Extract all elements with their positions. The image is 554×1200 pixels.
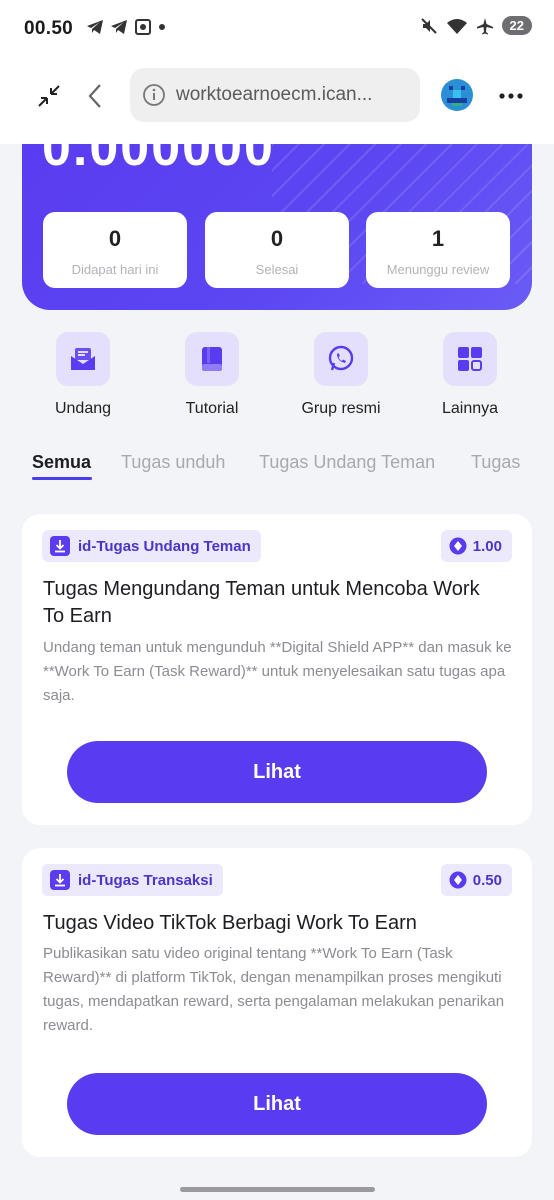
- avatar-icon: [441, 79, 473, 111]
- stat-value: 0: [108, 226, 122, 251]
- balance-value: 0.000000: [42, 144, 275, 177]
- screen-record-icon: [135, 19, 151, 35]
- minimize-icon: [38, 85, 60, 107]
- quick-action-undang[interactable]: Undang: [33, 332, 133, 418]
- balance-card: 0.000000 0 Didapat hari ini 0 Selesai 1 …: [22, 144, 532, 310]
- battery-indicator: 22: [501, 16, 532, 35]
- quick-action-tutorial[interactable]: Tutorial: [162, 332, 262, 418]
- home-indicator[interactable]: [180, 1187, 375, 1192]
- task-description: Publikasikan satu video original tentang…: [43, 945, 505, 1034]
- stat-completed: 0 Selesai: [205, 212, 349, 288]
- url-text: worktoearnoecm.ican...: [176, 84, 373, 105]
- lihat-button[interactable]: Lihat: [67, 741, 487, 803]
- task-reward-badge: 1.00: [440, 530, 512, 562]
- stat-label: Menunggu review: [386, 262, 490, 277]
- task-card: id-Tugas Transaksi 0.50 Tugas Video TikT…: [22, 848, 532, 1157]
- stat-pending-review: 1 Menunggu review: [366, 212, 510, 288]
- task-description: Undang teman untuk mengunduh **Digital S…: [43, 639, 512, 704]
- minimize-button[interactable]: [31, 78, 67, 114]
- more-menu-button[interactable]: [493, 78, 529, 114]
- dot-icon: [159, 24, 165, 30]
- telegram-icon: [87, 20, 103, 34]
- telegram-icon: [111, 20, 127, 34]
- coin-icon: [449, 871, 467, 889]
- task-category: id-Tugas Undang Teman: [78, 537, 251, 555]
- quick-action-label: Lainnya: [441, 400, 499, 417]
- stat-label: Selesai: [255, 262, 299, 277]
- task-title: Tugas Mengundang Teman untuk Mencoba Wor…: [43, 578, 480, 627]
- tab-tugas-undang-teman[interactable]: Tugas Undang Teman: [259, 452, 435, 473]
- tab-tugas-unduh[interactable]: Tugas unduh: [121, 452, 225, 473]
- task-category-badge: id-Tugas Transaksi: [42, 864, 223, 896]
- chevron-left-icon: [88, 84, 101, 108]
- task-category-badge: id-Tugas Undang Teman: [42, 530, 261, 562]
- profile-avatar[interactable]: [438, 76, 476, 114]
- quick-action-label: Undang: [54, 400, 112, 417]
- task-card: id-Tugas Undang Teman 1.00 Tugas Mengund…: [22, 514, 532, 825]
- back-button[interactable]: [77, 78, 113, 114]
- coin-icon: [449, 537, 467, 555]
- active-tab-indicator: [32, 477, 92, 480]
- quick-action-label: Grup resmi: [301, 400, 381, 417]
- lihat-button[interactable]: Lihat: [67, 1073, 487, 1135]
- download-icon: [50, 536, 70, 556]
- task-reward: 0.50: [472, 871, 502, 889]
- stat-value: 0: [270, 226, 284, 251]
- url-bar[interactable]: worktoearnoecm.ican...: [130, 68, 420, 122]
- task-reward: 1.00: [472, 537, 502, 555]
- task-reward-badge: 0.50: [440, 864, 512, 896]
- airplane-icon: [476, 17, 493, 34]
- stat-label: Didapat hari ini: [71, 262, 159, 277]
- status-left-icons: [86, 18, 166, 36]
- status-right-icons: 22: [420, 16, 532, 35]
- mute-icon: [420, 17, 437, 34]
- task-title: Tugas Video TikTok Berbagi Work To Earn: [43, 912, 417, 934]
- stat-earned-today: 0 Didapat hari ini: [43, 212, 187, 288]
- download-icon: [50, 870, 70, 890]
- tab-tugas[interactable]: Tugas: [471, 452, 520, 473]
- grid-icon: [443, 332, 497, 386]
- quick-action-grup-resmi[interactable]: Grup resmi: [291, 332, 391, 418]
- more-icon: [499, 93, 523, 99]
- status-time: 00.50: [24, 18, 74, 39]
- book-icon: [185, 332, 239, 386]
- browser-bar: worktoearnoecm.ican...: [0, 58, 554, 144]
- whatsapp-icon: [314, 332, 368, 386]
- info-icon: [143, 84, 165, 106]
- status-bar: 00.50 22: [0, 0, 554, 58]
- quick-action-label: Tutorial: [185, 400, 239, 417]
- quick-action-lainnya[interactable]: Lainnya: [420, 332, 520, 418]
- mail-icon: [56, 332, 110, 386]
- tab-semua[interactable]: Semua: [32, 452, 91, 473]
- wifi-icon: [446, 18, 467, 34]
- task-category: id-Tugas Transaksi: [78, 871, 213, 889]
- stat-value: 1: [431, 226, 445, 251]
